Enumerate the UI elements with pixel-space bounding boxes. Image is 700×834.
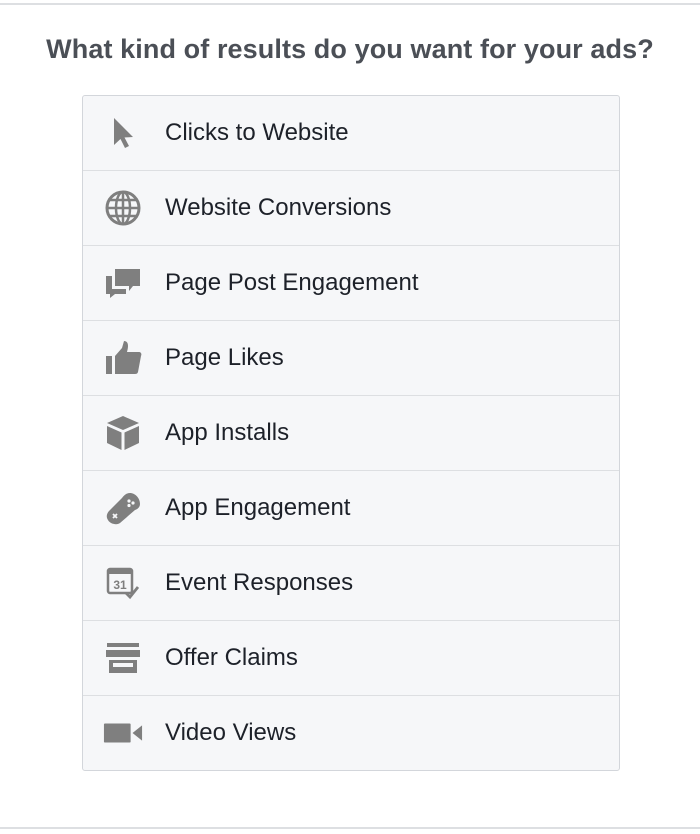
thumbs-up-icon: [103, 338, 143, 378]
package-icon: [103, 413, 143, 453]
option-label: Clicks to Website: [165, 119, 349, 146]
option-website-conversions[interactable]: Website Conversions: [83, 170, 619, 245]
option-video-views[interactable]: Video Views: [83, 695, 619, 770]
calendar-icon: 31: [103, 563, 143, 603]
gamepad-icon: [103, 488, 143, 528]
option-label: App Engagement: [165, 494, 351, 521]
option-app-engagement[interactable]: App Engagement: [83, 470, 619, 545]
top-divider: [0, 3, 700, 5]
option-page-post-engagement[interactable]: Page Post Engagement: [83, 245, 619, 320]
option-offer-claims[interactable]: Offer Claims: [83, 620, 619, 695]
cursor-icon: [103, 113, 143, 153]
objective-list: Clicks to Website Website Conversions Pa…: [82, 95, 620, 771]
option-clicks-to-website[interactable]: Clicks to Website: [83, 96, 619, 170]
option-label: App Installs: [165, 419, 290, 446]
video-camera-icon: [103, 713, 143, 753]
bottom-divider: [0, 827, 700, 829]
page-title: What kind of results do you want for you…: [46, 34, 654, 64]
option-label: Page Likes: [165, 344, 284, 371]
option-label: Page Post Engagement: [165, 269, 419, 296]
option-label: Offer Claims: [165, 644, 298, 671]
option-app-installs[interactable]: App Installs: [83, 395, 619, 470]
option-label: Event Responses: [165, 569, 354, 596]
chat-bubbles-icon: [103, 263, 143, 303]
storefront-icon: [103, 638, 143, 678]
option-page-likes[interactable]: Page Likes: [83, 320, 619, 395]
option-event-responses[interactable]: 31 Event Responses: [83, 545, 619, 620]
option-label: Video Views: [165, 719, 297, 746]
globe-icon: [103, 188, 143, 228]
option-label: Website Conversions: [165, 194, 392, 221]
svg-text:31: 31: [113, 578, 127, 592]
